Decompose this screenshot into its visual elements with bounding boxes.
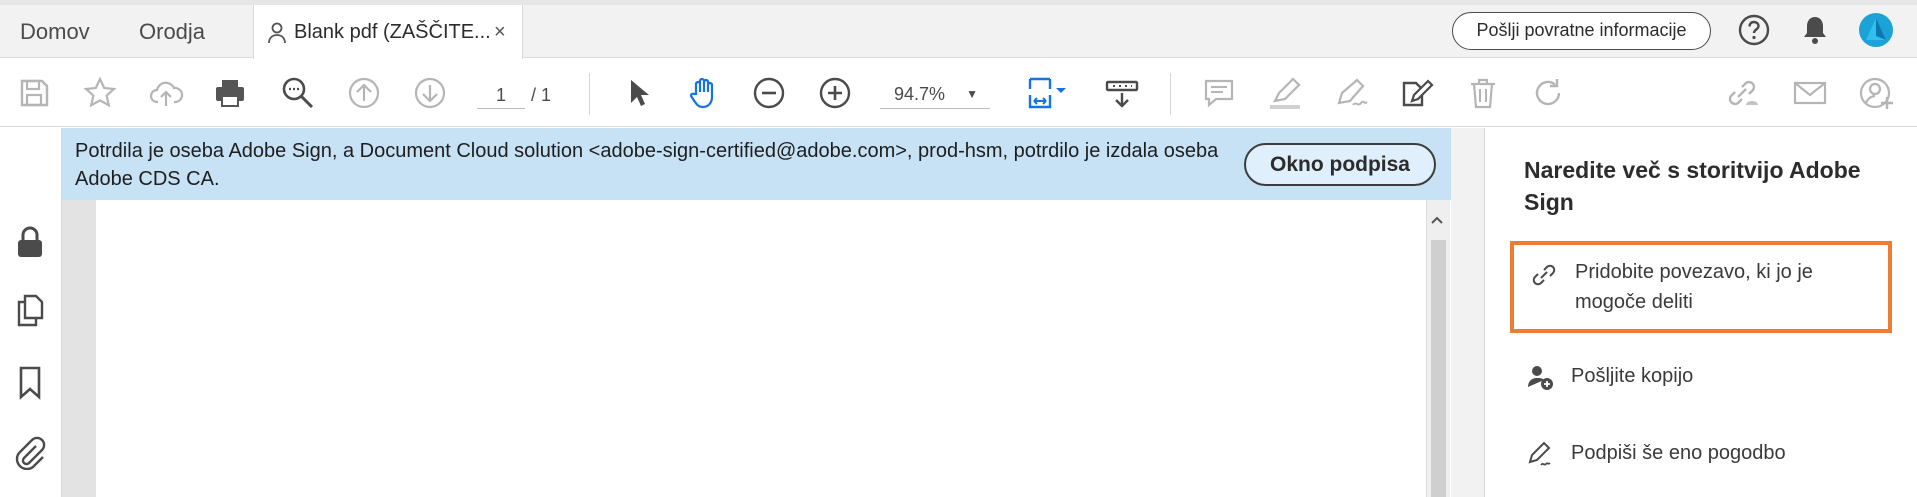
delete-icon xyxy=(1471,78,1495,109)
toolbar-divider xyxy=(1170,73,1171,115)
add-user-icon xyxy=(1859,77,1893,109)
prev-page-icon xyxy=(348,77,380,109)
comment-button[interactable] xyxy=(1199,73,1239,113)
add-user-button[interactable] xyxy=(1857,73,1897,113)
send-feedback-button[interactable]: Pošlji povratne informacije xyxy=(1452,12,1711,50)
panel-title: Naredite več s storitvijo Adobe Sign xyxy=(1524,157,1861,215)
send-copy-item[interactable]: Pošljite kopijo xyxy=(1510,353,1892,403)
highlight-button[interactable] xyxy=(1265,73,1305,113)
sign-another-agreement-label: Podpiši še eno pogodbo xyxy=(1571,442,1786,464)
zoom-value: 94.7% xyxy=(894,84,946,104)
print-icon xyxy=(216,80,244,107)
next-page-button[interactable] xyxy=(410,73,450,113)
delete-button[interactable] xyxy=(1463,73,1503,113)
previous-page-button[interactable] xyxy=(344,73,384,113)
tab-tools[interactable]: Orodja xyxy=(139,5,205,58)
highlight-icon xyxy=(1270,77,1301,109)
zoom-in-icon xyxy=(819,77,851,109)
zoom-select[interactable]: 94.7% ▼ xyxy=(880,79,990,109)
user-icon xyxy=(268,22,286,44)
share-link-icon xyxy=(1728,80,1758,106)
get-shareable-link-label: Pridobite povezavo, ki jo je mogoče deli… xyxy=(1575,261,1813,313)
cloud-upload-button[interactable] xyxy=(146,73,186,113)
zoom-out-button[interactable] xyxy=(749,73,789,113)
close-tab-icon[interactable]: × xyxy=(494,5,506,59)
signature-status-message: Potrdila je oseba Adobe Sign, a Document… xyxy=(75,140,1219,190)
document-tab-title: Blank pdf (ZAŠČITE... xyxy=(294,21,491,43)
sign-another-agreement-item[interactable]: Podpiši še eno pogodbo xyxy=(1510,429,1892,479)
hand-tool-button[interactable] xyxy=(684,73,724,113)
find-button[interactable] xyxy=(278,73,318,113)
notifications-bell-icon[interactable] xyxy=(1797,12,1833,48)
link-icon xyxy=(1532,264,1556,286)
tab-document[interactable]: Blank pdf (ZAŠČITE... × xyxy=(253,5,523,59)
save-icon xyxy=(20,79,49,107)
email-button[interactable] xyxy=(1790,73,1830,113)
fit-page-icon xyxy=(1028,77,1066,109)
email-icon xyxy=(1793,81,1827,105)
page-number-input[interactable]: 1 xyxy=(477,81,525,109)
zoom-out-icon xyxy=(753,77,785,109)
tab-bar: Domov Orodja Blank pdf (ZAŠČITE... × Poš… xyxy=(0,0,1917,59)
bookmark-icon[interactable] xyxy=(12,364,48,400)
rotate-icon xyxy=(1535,79,1561,106)
get-shareable-link-item[interactable]: Pridobite povezavo, ki jo je mogoče deli… xyxy=(1510,241,1892,333)
scroll-mode-button[interactable] xyxy=(1102,73,1142,113)
send-copy-label: Pošljite kopijo xyxy=(1571,365,1694,387)
right-tools-panel: Naredite več s storitvijo Adobe Sign Pri… xyxy=(1485,128,1917,497)
tab-home[interactable]: Domov xyxy=(20,5,90,58)
send-copy-icon xyxy=(1528,366,1553,390)
pages-icon[interactable] xyxy=(12,292,48,328)
rotate-button[interactable] xyxy=(1528,73,1568,113)
find-zoom-icon xyxy=(282,77,314,109)
panel-divider xyxy=(1451,128,1485,497)
cloud-upload-icon xyxy=(149,81,184,106)
select-tool-button[interactable] xyxy=(618,73,658,113)
scrollbar-thumb[interactable] xyxy=(1431,240,1446,497)
hand-tool-icon xyxy=(689,77,714,109)
bookmark-star-button[interactable] xyxy=(80,73,120,113)
select-cursor-icon xyxy=(631,80,649,106)
fit-page-button[interactable] xyxy=(1018,73,1074,113)
toolbar-divider xyxy=(589,73,590,115)
chevron-down-icon: ▼ xyxy=(966,87,978,101)
document-gutter xyxy=(62,200,96,497)
share-link-button[interactable] xyxy=(1722,73,1762,113)
next-page-icon xyxy=(414,77,446,109)
vertical-scrollbar[interactable] xyxy=(1426,200,1450,497)
help-icon[interactable] xyxy=(1736,12,1772,48)
account-avatar-icon[interactable] xyxy=(1858,12,1894,48)
draw-button[interactable] xyxy=(1331,73,1371,113)
comment-icon xyxy=(1204,79,1234,108)
print-button[interactable] xyxy=(210,73,250,113)
page-total: / 1 xyxy=(531,85,552,105)
sign-pen-icon xyxy=(1528,441,1551,466)
bookmark-star-icon xyxy=(83,76,117,108)
attachment-icon[interactable] xyxy=(12,434,48,470)
lock-icon[interactable] xyxy=(12,224,48,260)
edit-icon xyxy=(1402,79,1434,107)
scroll-mode-icon xyxy=(1105,80,1139,108)
document-page[interactable] xyxy=(96,200,1426,497)
draw-icon xyxy=(1337,78,1368,106)
zoom-in-button[interactable] xyxy=(815,73,855,113)
signature-banner: Potrdila je oseba Adobe Sign, a Document… xyxy=(0,128,1451,200)
toolbar: 1 / 1 94.7% ▼ xyxy=(0,59,1917,127)
edit-button[interactable] xyxy=(1396,73,1436,113)
signature-panel-button[interactable]: Okno podpisa xyxy=(1244,143,1436,186)
save-button[interactable] xyxy=(14,73,54,113)
left-navigation-rail xyxy=(0,128,62,497)
chevron-up-icon[interactable] xyxy=(1429,212,1445,228)
